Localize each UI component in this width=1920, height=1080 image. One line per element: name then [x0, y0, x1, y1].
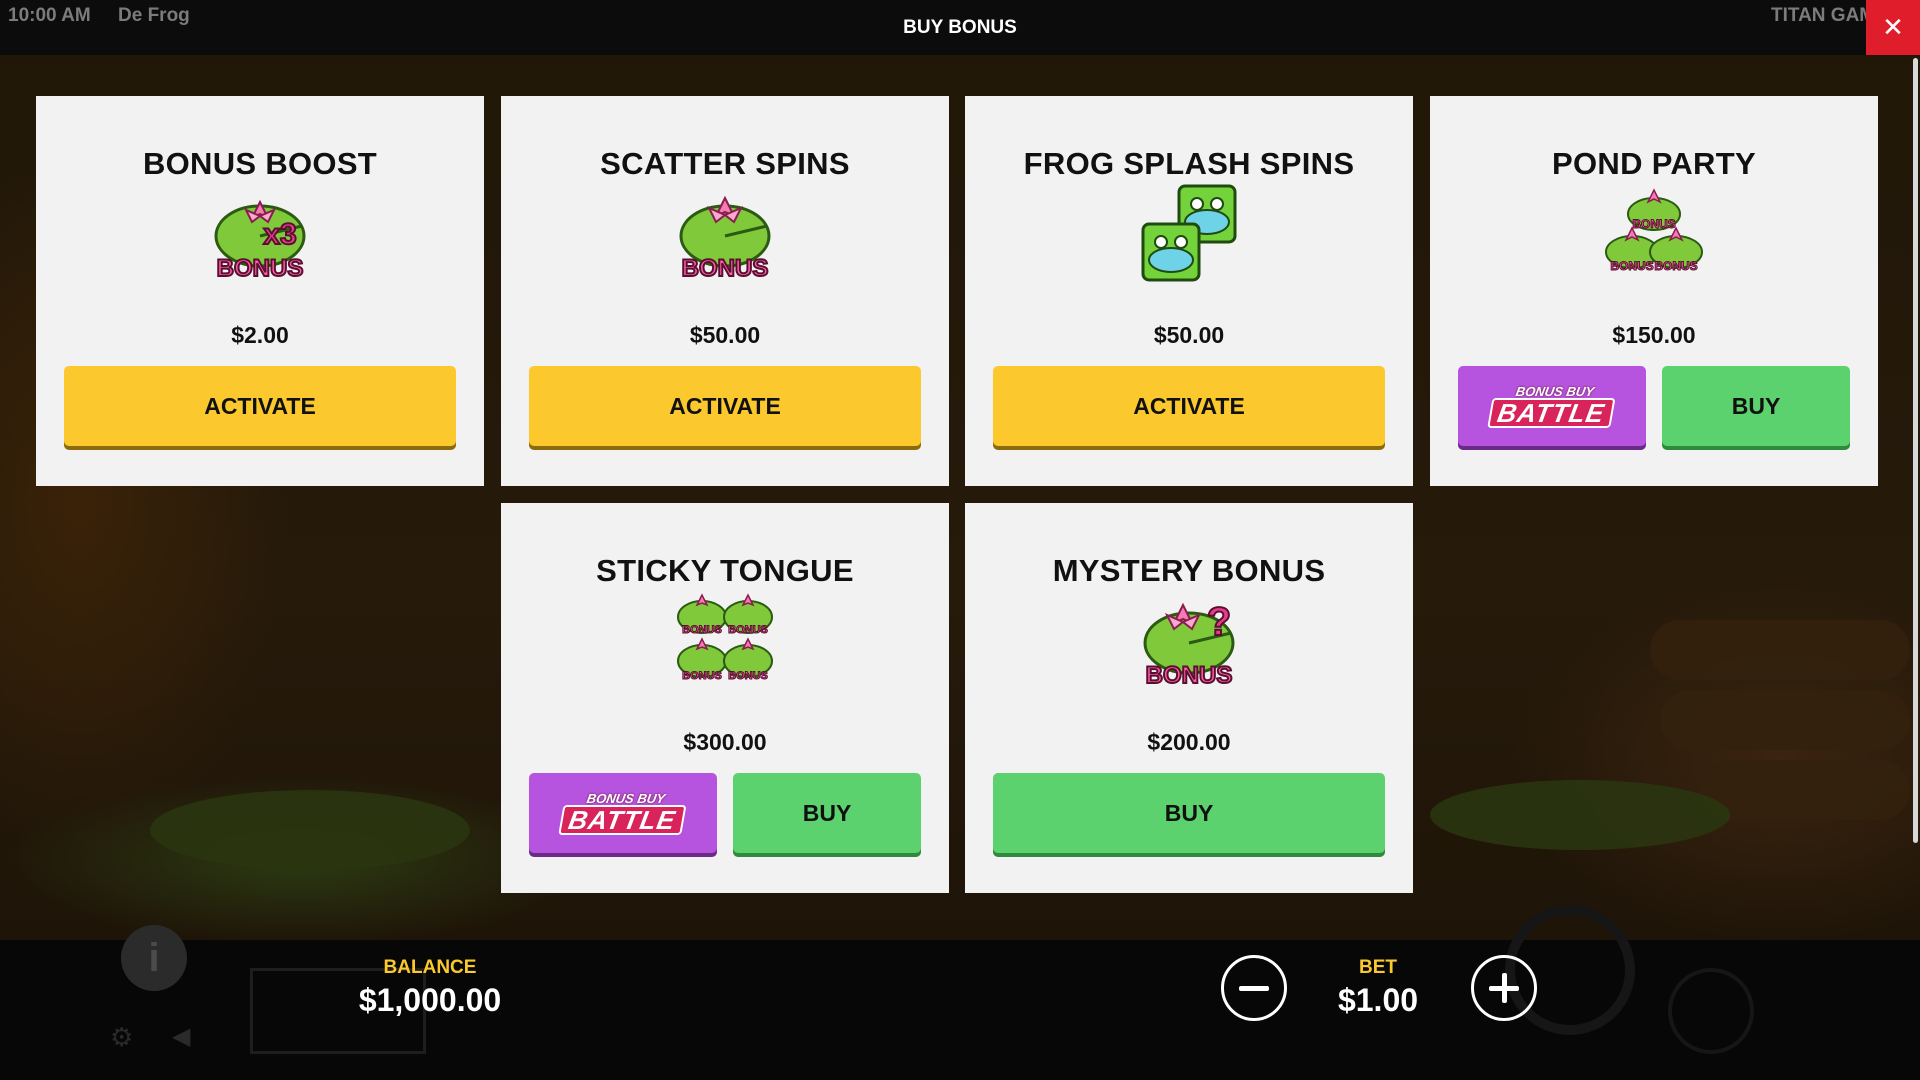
autoplay-button-dimmed: [1668, 968, 1754, 1054]
buy-button[interactable]: BUY: [733, 773, 921, 853]
card-price: $2.00: [231, 322, 289, 348]
card-price: $50.00: [1153, 322, 1225, 348]
card-price: $200.00: [1147, 729, 1231, 755]
svg-text:BONUS: BONUS: [1610, 259, 1653, 273]
minus-icon: [1239, 985, 1269, 991]
lily-pad-x3-bonus-icon: x3 BONUS: [214, 199, 306, 283]
card-title: SCATTER SPINS: [600, 146, 850, 181]
close-button[interactable]: ✕: [1866, 0, 1920, 55]
info-icon: i: [121, 925, 187, 991]
bonus-buy-battle-button[interactable]: BONUS BUY BATTLE: [1458, 366, 1646, 446]
scrollbar[interactable]: [1913, 58, 1918, 843]
balance-label: BALANCE: [383, 957, 477, 978]
card-title: BONUS BOOST: [142, 146, 378, 181]
bonus-card-sticky-tongue: STICKY TONGUE BONUS BONUS BONUS BONUS $3…: [501, 503, 949, 893]
brand-name: TITAN GAMING: [1771, 5, 1867, 26]
svg-text:BONUS: BONUS: [217, 255, 304, 282]
buy-button[interactable]: BUY: [993, 773, 1385, 853]
close-x-icon: ✕: [1882, 12, 1904, 42]
bonus-card-mystery-bonus: MYSTERY BONUS ? BONUS $200.00 BUY: [965, 503, 1413, 893]
bet-increase-button[interactable]: [1471, 955, 1537, 1021]
bonus-card-pond-party: POND PARTY BONUS BONUS BONUS $150.00 BON…: [1430, 96, 1878, 486]
frog-tiles-icon: [1141, 184, 1237, 282]
card-price: $50.00: [689, 322, 761, 348]
page-title: BUY BONUS: [903, 17, 1017, 38]
speaker-icon: ◀: [172, 1023, 191, 1050]
quad-lily-pad-bonus-icon: BONUS BONUS BONUS BONUS: [677, 593, 773, 683]
bonus-buy-battle-button[interactable]: BONUS BUY BATTLE: [529, 773, 717, 853]
buy-button[interactable]: BUY: [1662, 366, 1850, 446]
card-title: POND PARTY: [1552, 146, 1756, 181]
bet-label: BET: [1359, 957, 1397, 978]
svg-text:BONUS: BONUS: [728, 670, 768, 682]
lily-pad-bonus-icon: BONUS: [679, 195, 771, 283]
svg-text:x3: x3: [263, 218, 296, 251]
balance-value: $1,000.00: [358, 982, 502, 1018]
lily-pad-mystery-bonus-icon: ? BONUS: [1143, 599, 1235, 690]
card-price: $150.00: [1612, 322, 1696, 348]
card-price: $300.00: [683, 729, 767, 755]
bonus-card-scatter-spins: SCATTER SPINS BONUS $50.00 ACTIVATE: [501, 96, 949, 486]
top-bar: 10:00 AM De Frog BUY BONUS TITAN GAMING: [0, 0, 1920, 55]
bonus-card-bonus-boost: BONUS BOOST x3 BONUS $2.00 ACTIVATE: [36, 96, 484, 486]
bonus-buy-battle-logo: BONUS BUY BATTLE: [1486, 384, 1617, 428]
svg-text:BONUS: BONUS: [682, 255, 769, 282]
svg-text:BONUS: BONUS: [1632, 217, 1675, 231]
svg-text:BONUS: BONUS: [728, 624, 768, 636]
svg-text:BONUS: BONUS: [1654, 259, 1697, 273]
svg-text:?: ?: [1207, 600, 1231, 644]
bet-decrease-button[interactable]: [1221, 955, 1287, 1021]
card-title: STICKY TONGUE: [596, 553, 854, 588]
triple-lily-pad-bonus-icon: BONUS BONUS BONUS: [1605, 188, 1703, 274]
bonus-card-frog-splash-spins: FROG SPLASH SPINS $50.00 ACTIVATE: [965, 96, 1413, 486]
svg-text:BONUS: BONUS: [682, 670, 722, 682]
svg-text:BONUS: BONUS: [1146, 662, 1233, 689]
gear-icon: ⚙: [110, 1022, 134, 1052]
activate-button[interactable]: ACTIVATE: [993, 366, 1385, 446]
activate-button[interactable]: ACTIVATE: [529, 366, 921, 446]
card-title: MYSTERY BONUS: [1052, 553, 1326, 588]
activate-button[interactable]: ACTIVATE: [64, 366, 456, 446]
bonus-buy-battle-logo: BONUS BUY BATTLE: [557, 791, 688, 835]
svg-text:BONUS: BONUS: [682, 624, 722, 636]
bet-value: $1.00: [1337, 982, 1419, 1018]
card-title: FROG SPLASH SPINS: [1023, 146, 1355, 181]
